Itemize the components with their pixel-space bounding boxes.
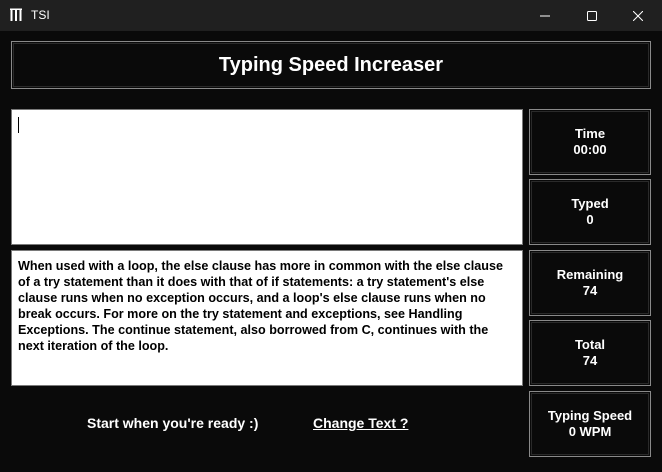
- total-stat: Total 74: [529, 320, 651, 386]
- app-heading: Typing Speed Increaser: [218, 53, 444, 76]
- typed-stat: Typed 0: [529, 179, 651, 245]
- typed-value: 0: [586, 212, 594, 227]
- close-button[interactable]: [615, 0, 661, 31]
- typed-label: Typed: [571, 196, 609, 211]
- speed-stat: Typing Speed 0 WPM: [529, 391, 651, 457]
- minimize-button[interactable]: [522, 0, 568, 31]
- source-text: When used with a loop, the else clause h…: [18, 259, 503, 353]
- minimize-icon: [540, 15, 550, 16]
- time-stat: Time 00:00: [529, 109, 651, 175]
- ready-message: Start when you're ready :): [87, 415, 259, 431]
- close-icon: [633, 10, 643, 21]
- maximize-icon: [587, 10, 597, 21]
- typing-input[interactable]: [11, 109, 523, 245]
- time-value: 00:00: [573, 142, 607, 157]
- header-panel: Typing Speed Increaser: [11, 41, 651, 89]
- time-label: Time: [574, 126, 606, 141]
- window-title: TSI: [31, 8, 50, 22]
- remaining-label: Remaining: [556, 267, 624, 282]
- remaining-value: 74: [582, 283, 598, 298]
- total-label: Total: [574, 337, 606, 352]
- source-text-box: When used with a loop, the else clause h…: [11, 250, 523, 386]
- title-bar[interactable]: TSI: [0, 0, 662, 31]
- text-caret: [18, 117, 19, 133]
- total-value: 74: [582, 353, 598, 368]
- maximize-button[interactable]: [569, 0, 615, 31]
- change-text-link[interactable]: Change Text ?: [313, 415, 408, 431]
- speed-value: 0 WPM: [568, 424, 612, 439]
- speed-label: Typing Speed: [547, 408, 633, 423]
- remaining-stat: Remaining 74: [529, 250, 651, 316]
- app-content: Typing Speed Increaser When used with a …: [0, 31, 662, 472]
- app-icon: [10, 8, 22, 21]
